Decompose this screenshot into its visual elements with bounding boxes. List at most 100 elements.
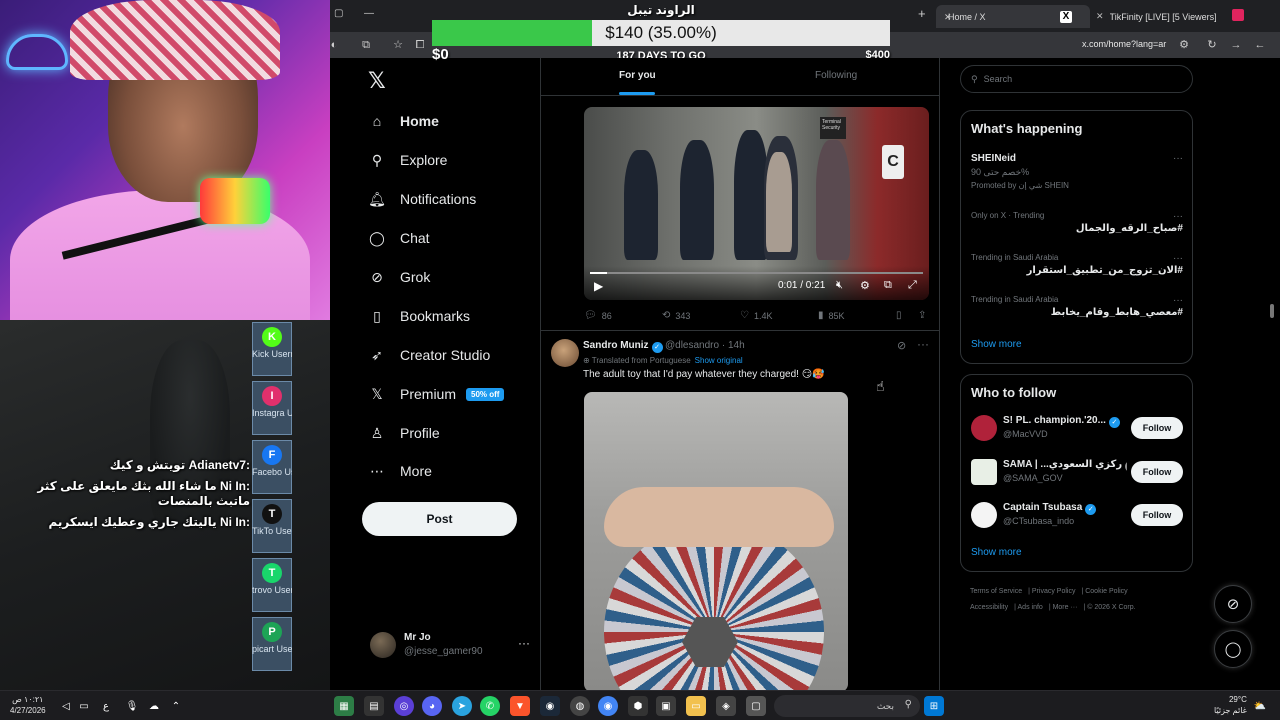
app-icon[interactable]: ◈ — [716, 696, 736, 716]
account-switcher[interactable]: Mr Jo @jesse_gamer90 ··· — [370, 630, 530, 660]
nav-item-premium[interactable]: 𝕏 Premium 50% off — [368, 379, 505, 409]
nav-item-bookmarks[interactable]: ▯ Bookmarks — [368, 301, 470, 331]
footer-link[interactable]: Cookie Policy — [1085, 588, 1127, 595]
steam-icon[interactable]: ◉ — [540, 696, 560, 716]
share-button[interactable]: ⇪ — [918, 310, 931, 321]
more-options-icon[interactable]: ··· — [518, 636, 530, 650]
url-text[interactable]: x.com/home?lang=ar — [1082, 39, 1166, 49]
tweet-media[interactable] — [584, 392, 848, 690]
network-icon[interactable]: ▭ — [74, 696, 94, 716]
views-button[interactable]: ▮ 85K — [818, 310, 845, 321]
tweet-handle[interactable]: @dlesandro · 14h — [665, 340, 745, 351]
trend-item[interactable]: Only on X · Trending #صباح_الرقه_والجمال… — [971, 211, 1183, 234]
tab-tikfinity[interactable]: ✕ TikFinity [LIVE] [5 Viewers] — [1090, 5, 1250, 28]
nav-item-home[interactable]: ⌂ Home — [368, 106, 439, 136]
like-button[interactable]: ♡ 1.4K — [740, 310, 772, 321]
telegram-icon[interactable]: ➤ — [452, 696, 472, 716]
chevron-up-icon[interactable]: ⌃ — [166, 696, 186, 716]
footer-link[interactable]: Privacy Policy — [1032, 588, 1076, 595]
tab-following[interactable]: Following — [815, 70, 857, 81]
nav-item-profile[interactable]: ♙ Profile — [368, 418, 440, 448]
nav-item-chat[interactable]: ◯ Chat — [368, 223, 429, 253]
fullscreen-icon[interactable]: ⤢ — [908, 279, 917, 292]
nav-item-explore[interactable]: ⚲ Explore — [368, 145, 448, 175]
site-settings-icon[interactable]: ⚙ — [1176, 37, 1192, 53]
more-options-icon[interactable]: ··· — [1173, 295, 1183, 306]
tab-home-x[interactable]: Home / X X — [936, 5, 1090, 28]
taskbar-clock[interactable]: ١٠:٢١ ص 4/27/2026 — [10, 694, 46, 716]
nav-item-creator[interactable]: ➶ Creator Studio — [368, 340, 490, 370]
app-icon[interactable]: ◍ — [570, 696, 590, 716]
grok-fab-icon[interactable]: ⊘ — [1214, 585, 1252, 623]
nav-item-more[interactable]: ⋯ More — [368, 456, 432, 486]
bookmark-star-icon[interactable]: ☆ — [390, 37, 406, 53]
settings-icon[interactable]: ⚙ — [860, 279, 870, 292]
mute-icon[interactable]: 🔇︎ — [836, 279, 843, 292]
close-tab-icon[interactable]: ✕ — [944, 12, 952, 23]
app-icon[interactable]: ◎ — [394, 696, 414, 716]
footer-link[interactable]: More ··· — [1053, 604, 1078, 611]
search-input[interactable]: ⚲ Search — [960, 65, 1193, 93]
whatsapp-icon[interactable]: ✆ — [480, 696, 500, 716]
bookmark-button[interactable]: ▯ — [896, 310, 907, 321]
more-options-icon[interactable]: ··· — [917, 337, 929, 351]
play-icon[interactable]: ▶ — [594, 279, 603, 293]
repost-button[interactable]: ⟲ 343 — [662, 310, 690, 321]
new-tab-icon[interactable]: + — [918, 6, 926, 21]
tweet-author[interactable]: Sandro Muniz ✓ — [583, 340, 663, 353]
follow-button[interactable]: Follow — [1131, 417, 1183, 439]
trend-item[interactable]: Trending in Saudi Arabia #معصي_هابط_وقام… — [971, 295, 1183, 318]
window-menu-icon[interactable]: ▢ — [334, 8, 343, 19]
reply-button[interactable]: 💬︎ 86 — [584, 310, 612, 321]
microphone-icon[interactable]: 🎙︎ — [122, 696, 142, 716]
chat-fab-icon[interactable]: ◯ — [1214, 630, 1252, 668]
app-icon[interactable]: ▤ — [364, 696, 384, 716]
follow-button[interactable]: Follow — [1131, 461, 1183, 483]
discord-icon[interactable]: ◕ — [422, 696, 442, 716]
brave-icon[interactable]: ▼ — [510, 696, 530, 716]
scrollbar[interactable] — [1268, 60, 1276, 682]
file-explorer-icon[interactable]: ▭ — [686, 696, 706, 716]
language-indicator[interactable]: ع — [96, 696, 116, 716]
nav-item-notifications[interactable]: 🔔︎ Notifications — [368, 184, 476, 214]
tab-for-you[interactable]: For you — [619, 70, 656, 81]
trend-item[interactable]: SHEINeid خصم حتى 90% Promoted by شي إن S… — [971, 153, 1183, 190]
footer-link[interactable]: Terms of Service — [970, 588, 1022, 595]
pip-icon[interactable]: ⧉ — [884, 279, 892, 292]
follow-suggestion[interactable]: SAMA | ...ركزي السعودي✓ @SAMA_GOV Follow — [971, 457, 1183, 487]
footer-link[interactable]: Accessibility — [970, 604, 1008, 611]
store-icon[interactable]: ▣ — [656, 696, 676, 716]
follow-button[interactable]: Follow — [1131, 504, 1183, 526]
avatar[interactable] — [551, 339, 579, 367]
video-progress-bar[interactable] — [590, 272, 923, 274]
more-options-icon[interactable]: ··· — [1173, 211, 1183, 222]
windows-start-icon[interactable]: ⊞ — [924, 696, 944, 716]
video-player[interactable]: Terminal Security C ▶ 0:01 / 0:21 🔇︎ ⚙ ⧉… — [584, 107, 929, 300]
follow-suggestion[interactable]: S! PL. champion.'20... ✓ @MacVVD Follow — [971, 413, 1183, 443]
app-icon[interactable]: ⬢ — [628, 696, 648, 716]
back-icon[interactable]: ← — [1252, 37, 1268, 53]
scrollbar-thumb[interactable] — [1270, 304, 1274, 318]
grok-icon[interactable]: ⊘ — [897, 339, 906, 352]
show-more-link[interactable]: Show more — [971, 547, 1022, 558]
x-logo-icon[interactable]: 𝕏 — [368, 68, 386, 94]
post-button[interactable]: Post — [362, 502, 517, 536]
nav-item-grok[interactable]: ⊘ Grok — [368, 262, 430, 292]
close-tab-icon[interactable]: ✕ — [1096, 11, 1104, 22]
screenshot-icon[interactable]: ⧠ — [412, 37, 428, 53]
notification-icon[interactable]: ◁ — [56, 696, 76, 716]
follow-suggestion[interactable]: Captain Tsubasa ✓ @CTsubasa_indo Follow — [971, 500, 1183, 530]
chrome-icon[interactable]: ◉ — [598, 696, 618, 716]
weather-widget[interactable]: 29°C غائم جزئيًا — [1214, 694, 1247, 716]
trend-item[interactable]: Trending in Saudi Arabia #الان_تزوج_من_ت… — [971, 253, 1183, 276]
extensions-icon[interactable]: ⧉ — [358, 37, 374, 53]
cloud-icon[interactable]: ☁ — [144, 696, 164, 716]
show-more-link[interactable]: Show more — [971, 339, 1022, 350]
taskbar-search[interactable]: بحث ⚲ — [774, 695, 920, 717]
app-icon[interactable]: ▢ — [746, 696, 766, 716]
brave-shield-icon[interactable]: ◐ — [326, 37, 342, 53]
forward-icon[interactable]: → — [1228, 37, 1244, 53]
app-icon[interactable]: ▦ — [334, 696, 354, 716]
more-options-icon[interactable]: ··· — [1173, 253, 1183, 264]
more-options-icon[interactable]: ··· — [1173, 153, 1183, 164]
